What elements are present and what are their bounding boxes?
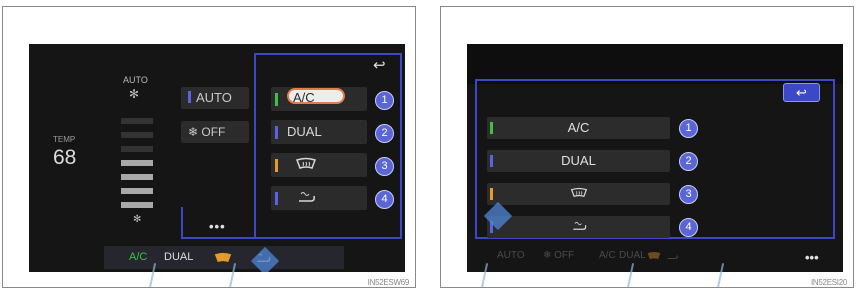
callout-4: 4 xyxy=(679,218,698,237)
option-defrost[interactable] xyxy=(271,153,367,177)
recirculation-icon xyxy=(572,221,586,230)
recirculation-icon xyxy=(299,192,315,202)
callout-2: 2 xyxy=(679,152,698,171)
fan-mode-label: AUTO xyxy=(123,75,148,85)
callout-3: 3 xyxy=(375,157,394,176)
option-defrost[interactable] xyxy=(487,183,670,205)
callout-3: 3 xyxy=(679,185,698,204)
temp-value: 68 xyxy=(53,146,77,169)
ac-indicator xyxy=(275,93,278,106)
auto-indicator xyxy=(188,91,191,103)
fan-level-bar xyxy=(121,188,153,194)
figure-code: IN52ESW69 xyxy=(367,278,410,287)
fan-off-button-label: ❄ OFF xyxy=(188,125,226,139)
option-ac-label: A/C xyxy=(567,120,590,135)
more-button[interactable]: ••• xyxy=(805,250,819,265)
defrost-indicator xyxy=(275,159,278,172)
fan-level-bar xyxy=(121,118,153,124)
windshield-defrost-icon xyxy=(570,187,587,198)
callout-1: 1 xyxy=(375,91,394,110)
status-bar: A/C DUAL xyxy=(104,246,344,269)
right-figure-panel: ↩ A/C 1 DUAL 2 3 4 AUTO ❄ OFF A/C DUAL •… xyxy=(440,6,854,288)
callout-1: 1 xyxy=(679,119,698,138)
fan-level-bar xyxy=(121,160,153,166)
back-arrow-icon[interactable]: ↩ xyxy=(783,83,820,102)
climate-screen-right: ↩ A/C 1 DUAL 2 3 4 AUTO ❄ OFF A/C DUAL •… xyxy=(467,44,843,272)
fan-level-bar xyxy=(121,146,153,152)
option-ac[interactable]: A/C xyxy=(271,87,367,111)
option-dual[interactable]: DUAL xyxy=(487,150,670,172)
temp-label: TEMP xyxy=(53,135,76,144)
option-recirculation[interactable] xyxy=(487,216,670,238)
option-recirculation[interactable] xyxy=(271,186,367,210)
status-dual: DUAL xyxy=(619,250,646,261)
status-defrost-icon xyxy=(214,252,232,263)
more-button[interactable]: ••• xyxy=(209,219,226,234)
fan-off-button[interactable]: ❄ OFF xyxy=(181,121,249,143)
fan-icon: ✻ xyxy=(129,87,140,101)
fan-level-bar xyxy=(121,202,153,208)
dual-indicator xyxy=(490,155,493,167)
climate-screen-left: AUTO ✻ ✻ TEMP 68 AUTO ❄ OFF ↩ A/C 1 DUAL xyxy=(29,44,405,272)
defrost-indicator xyxy=(490,188,493,200)
status-defrost-icon xyxy=(647,252,661,260)
windshield-defrost-icon xyxy=(296,157,316,169)
status-recirculation-icon xyxy=(667,255,678,260)
recirculation-indicator xyxy=(275,192,278,205)
status-ac: A/C xyxy=(129,251,148,263)
figure-code: IN52ESI20 xyxy=(811,278,847,287)
left-figure-panel: AUTO ✻ ✻ TEMP 68 AUTO ❄ OFF ↩ A/C 1 DUAL xyxy=(2,6,416,288)
option-ac-label: A/C xyxy=(287,88,345,105)
fan-level-bar xyxy=(121,174,153,180)
dual-indicator xyxy=(275,126,278,139)
callout-2: 2 xyxy=(375,124,394,143)
status-ac: A/C xyxy=(599,250,616,261)
status-auto: AUTO xyxy=(497,250,525,261)
auto-button[interactable]: AUTO xyxy=(181,87,249,109)
callout-4: 4 xyxy=(375,190,394,209)
status-fan-off: ❄ OFF xyxy=(543,250,575,261)
fan-small-icon: ✻ xyxy=(133,214,142,225)
screen-header xyxy=(467,44,843,84)
status-dual: DUAL xyxy=(164,251,194,263)
fan-level-bar xyxy=(121,132,153,138)
auto-button-label: AUTO xyxy=(196,90,232,105)
ac-indicator xyxy=(490,122,493,134)
status-bar: AUTO ❄ OFF A/C DUAL xyxy=(479,244,769,268)
option-dual-label: DUAL xyxy=(561,153,596,168)
option-dual-label: DUAL xyxy=(287,124,322,139)
back-arrow-icon[interactable]: ↩ xyxy=(373,56,386,74)
option-dual[interactable]: DUAL xyxy=(271,120,367,144)
option-ac[interactable]: A/C xyxy=(487,117,670,139)
